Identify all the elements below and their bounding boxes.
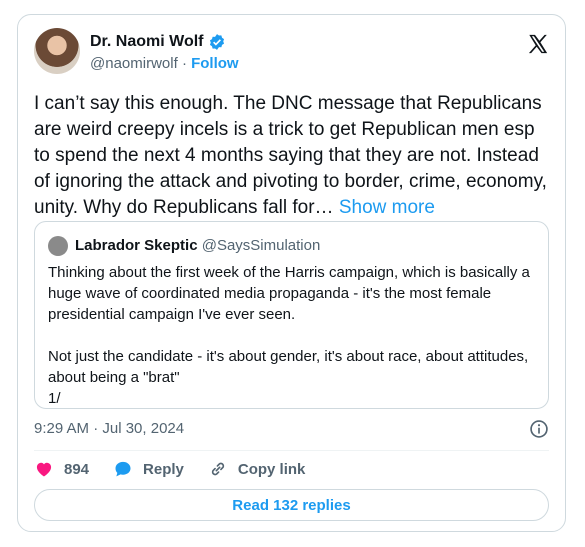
action-bar: 894 Reply Copy link: [34, 459, 329, 479]
info-icon[interactable]: [529, 419, 549, 439]
quote-text: Thinking about the first week of the Har…: [48, 262, 538, 409]
like-button[interactable]: 894: [34, 459, 89, 479]
quoted-tweet[interactable]: Labrador Skeptic @SaysSimulation Thinkin…: [34, 221, 549, 409]
tweet-text: I can’t say this enough. The DNC message…: [34, 91, 549, 221]
reply-icon: [115, 461, 131, 477]
like-count: 894: [64, 460, 90, 478]
reply-label: Reply: [143, 460, 184, 478]
follow-button[interactable]: Follow: [191, 55, 239, 72]
read-replies-label: Read 132 replies: [232, 496, 351, 514]
timestamp[interactable]: 9:29 AM · Jul 30, 2024: [34, 420, 184, 437]
quote-header: Labrador Skeptic @SaysSimulation: [75, 236, 320, 256]
quote-author-name: Labrador Skeptic: [75, 237, 198, 254]
show-more-link[interactable]: Show more: [339, 197, 435, 218]
verified-icon: [209, 34, 224, 50]
quote-author-avatar: [48, 236, 68, 256]
copy-link-button[interactable]: Copy link: [208, 459, 306, 479]
author-name[interactable]: Dr. Naomi Wolf: [90, 33, 204, 51]
copy-link-label: Copy link: [237, 460, 306, 478]
quote-paragraph-3: 1/: [48, 390, 61, 407]
link-icon: [211, 462, 225, 476]
heart-icon: [36, 462, 52, 477]
divider: [34, 450, 549, 451]
author-handle-row: @naomirwolf · Follow: [90, 55, 239, 72]
tweet-body: I can’t say this enough. The DNC message…: [34, 93, 547, 218]
tweet-card: Dr. Naomi Wolf @naomirwolf · Follow I ca…: [17, 14, 566, 532]
quote-paragraph-1: Thinking about the first week of the Har…: [48, 264, 530, 323]
author-avatar[interactable]: [34, 28, 80, 74]
x-logo-icon[interactable]: [527, 33, 549, 55]
author-name-row: Dr. Naomi Wolf: [90, 33, 226, 51]
separator-dot: ·: [181, 55, 187, 72]
author-handle[interactable]: @naomirwolf: [90, 55, 178, 72]
read-replies-button[interactable]: Read 132 replies: [34, 489, 549, 521]
quote-paragraph-2: Not just the candidate - it's about gend…: [48, 348, 529, 386]
reply-button[interactable]: Reply: [113, 459, 184, 479]
quote-author-handle: @SaysSimulation: [201, 237, 321, 254]
